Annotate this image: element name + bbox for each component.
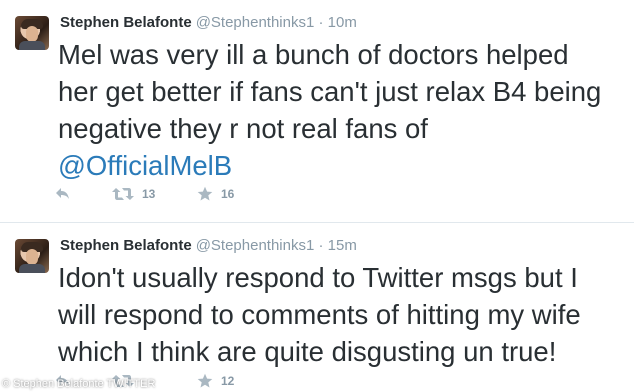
tweet-text-line: which I think are quite disgusting un tr… <box>58 336 557 367</box>
tweet-text-line: Mel was very ill a bunch of doctors help… <box>58 39 569 70</box>
favorite-button[interactable]: 16 <box>197 184 234 204</box>
timestamp[interactable]: 10m <box>328 14 357 31</box>
timestamp[interactable]: 15m <box>328 237 357 254</box>
tweet: Stephen Belafonte @Stephenthinks1 · 15m I… <box>0 223 634 392</box>
mention-link[interactable]: @OfficialMelB <box>58 150 232 181</box>
fullname[interactable]: Stephen Belafonte <box>60 14 192 31</box>
username[interactable]: @Stephenthinks1 <box>196 237 315 254</box>
avatar[interactable] <box>15 239 49 273</box>
avatar[interactable] <box>15 16 49 50</box>
favorite-count: 12 <box>221 374 235 388</box>
tweet-header: Stephen Belafonte @Stephenthinks1 · 10m <box>60 13 357 33</box>
retweet-count: 13 <box>142 187 156 201</box>
tweet-text: Idon't usually respond to Twitter msgs b… <box>58 259 628 370</box>
favorite-button[interactable]: 12 <box>197 371 234 391</box>
username[interactable]: @Stephenthinks1 <box>196 14 315 31</box>
tweet-header: Stephen Belafonte @Stephenthinks1 · 15m <box>60 236 357 256</box>
tweet-text-line: negative they r not real fans of <box>58 113 428 144</box>
tweet-text: Mel was very ill a bunch of doctors help… <box>58 36 628 184</box>
photo-credit: © Stephen Belafonte TWITTER <box>2 378 156 390</box>
favorite-count: 16 <box>221 187 235 201</box>
tweet-text-line: her get better if fans can't just relax … <box>58 76 602 107</box>
retweet-icon <box>112 188 134 200</box>
separator: · <box>318 237 324 254</box>
separator: · <box>318 14 324 31</box>
favorite-icon <box>197 186 213 201</box>
reply-button[interactable] <box>55 184 71 204</box>
tweet-text-line: will respond to comments of hitting my w… <box>58 299 581 330</box>
favorite-icon <box>197 373 213 388</box>
fullname[interactable]: Stephen Belafonte <box>60 237 192 254</box>
tweet: Stephen Belafonte @Stephenthinks1 · 10m M… <box>0 0 634 222</box>
tweet-text-line: Idon't usually respond to Twitter msgs b… <box>58 262 578 293</box>
reply-icon <box>56 188 69 199</box>
retweet-button[interactable]: 13 <box>112 184 155 204</box>
